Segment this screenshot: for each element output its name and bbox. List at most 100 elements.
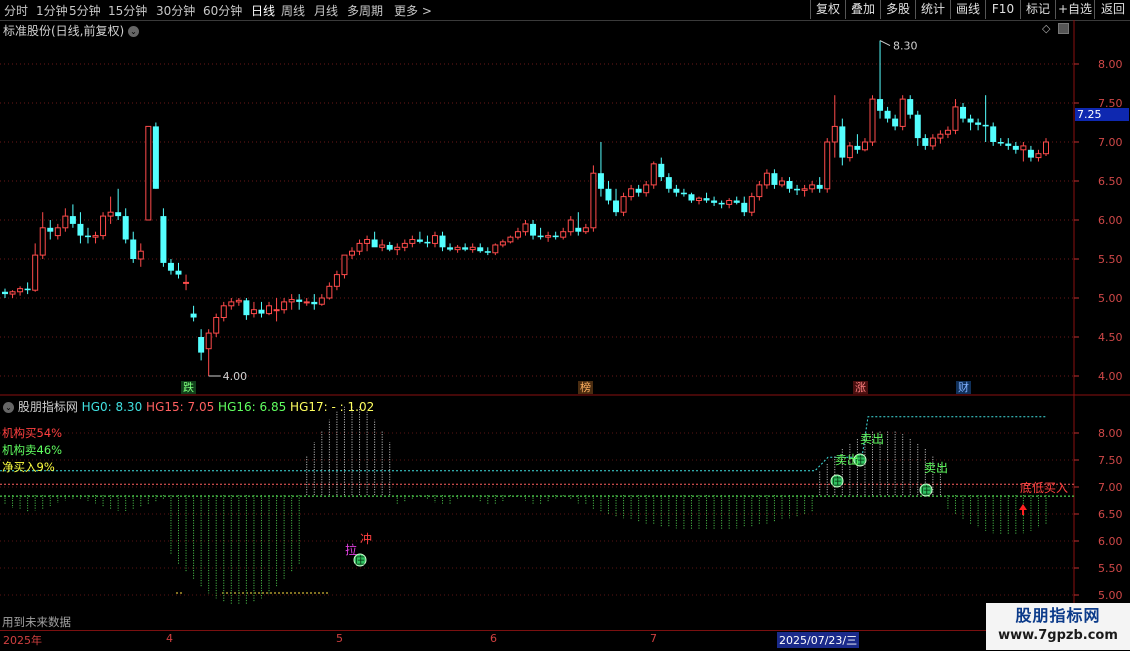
candle-body — [364, 239, 371, 244]
candle-body — [54, 227, 61, 237]
watermark-logo: 股朋指标网 www.7gpzb.com — [986, 603, 1130, 650]
candle-body — [861, 141, 868, 151]
candle-body — [688, 194, 695, 201]
candle-body — [507, 236, 514, 243]
candle-body — [1043, 141, 1049, 155]
candle-body — [205, 332, 212, 350]
candle-body — [960, 106, 967, 119]
la-signal: 拉 — [345, 542, 357, 557]
candle-body — [560, 231, 567, 238]
candle-body — [816, 184, 823, 189]
candle-body — [997, 142, 1004, 144]
candle-body — [416, 239, 423, 242]
maximize-icon[interactable] — [1058, 23, 1069, 34]
candle-body — [1020, 145, 1027, 151]
candle-body — [635, 188, 642, 193]
candle-body — [658, 163, 665, 178]
indicator-axis-label: 7.00 — [1098, 481, 1123, 494]
candle-body — [718, 202, 725, 205]
indicator-axis-label: 5.50 — [1098, 562, 1123, 575]
event-tag-fall[interactable]: 跌 — [181, 381, 196, 394]
candle-body — [258, 309, 265, 314]
hg0-value: HG0: 8.30 — [81, 400, 143, 414]
event-tag-finance[interactable]: 财 — [956, 381, 971, 394]
candlestick-chart[interactable]: 8.00 7.50 7.00 6.50 6.00 5.50 5.00 4.50 4.00 8.00… — [0, 0, 1130, 630]
candle-body — [454, 246, 461, 251]
candle-body — [198, 337, 205, 353]
candle-body — [24, 288, 31, 291]
date-label-apr: 4 — [166, 632, 173, 645]
zhuang-signal-label: 庄 — [921, 484, 931, 497]
candle-body — [484, 251, 491, 253]
candle-body — [846, 145, 853, 159]
candle-body — [333, 274, 340, 287]
candle-body — [552, 235, 559, 238]
candle-body — [763, 172, 770, 186]
candle-body — [273, 309, 280, 312]
date-label-jun: 6 — [490, 632, 497, 645]
candle-body — [462, 247, 469, 250]
future-data-note: 用到未来数据 — [2, 615, 71, 629]
candle-body — [9, 291, 16, 295]
hg0-line — [0, 416, 1046, 472]
candle-body — [590, 172, 597, 229]
candle-body — [115, 212, 122, 217]
candle-body — [160, 216, 167, 263]
candle-body — [477, 247, 484, 252]
candle-body — [137, 250, 144, 260]
candle-body — [892, 118, 899, 127]
buy-arrow-icon — [1019, 504, 1027, 515]
candle-body — [469, 246, 476, 251]
candle-body — [680, 192, 687, 195]
candle-body — [877, 99, 884, 111]
candle-body — [2, 291, 8, 295]
settings-icon[interactable]: ⌄ — [3, 402, 14, 413]
inst-buy-label: 机构买54% — [2, 426, 63, 440]
inst-sell-label: 机构卖46% — [2, 443, 63, 457]
candle-body — [167, 262, 174, 271]
candle-body — [401, 242, 408, 248]
candle-body — [175, 270, 182, 275]
event-tag-list[interactable]: 榜 — [578, 381, 593, 394]
price-axis-label: 4.50 — [1098, 331, 1123, 344]
candle-body — [62, 215, 69, 229]
candle-body — [228, 301, 235, 307]
candle-body — [650, 163, 657, 186]
candle-body — [907, 99, 914, 115]
candle-body — [771, 173, 778, 185]
candle-body — [990, 126, 997, 142]
candle-body — [711, 200, 718, 203]
indicator-axis-label: 6.00 — [1098, 535, 1123, 548]
diamond-icon[interactable]: ◇ — [1042, 22, 1050, 35]
candle-body — [409, 239, 416, 244]
price-axis-label: 5.00 — [1098, 292, 1123, 305]
indicator-axis-label: 8.00 — [1098, 427, 1123, 440]
cursor-date: 2025/07/23/三 — [777, 632, 860, 648]
candle-body — [32, 254, 39, 291]
candle-body — [266, 305, 273, 315]
candle-body — [183, 281, 190, 284]
candle-body — [756, 184, 763, 198]
candle-body — [514, 231, 521, 238]
candle-body — [703, 198, 710, 201]
candle-body — [982, 124, 989, 127]
candle-body — [673, 188, 680, 193]
sell-signal: 卖出 — [835, 453, 859, 467]
candle-body — [17, 288, 24, 293]
candle-body — [884, 110, 891, 119]
zhuang-signal-label: 庄 — [832, 475, 842, 488]
candle-body — [92, 235, 99, 238]
candle-body — [77, 223, 84, 236]
candle-body — [839, 126, 846, 158]
candle-body — [318, 297, 325, 305]
chong-signal: 冲 — [360, 531, 372, 546]
candle-body — [492, 244, 499, 254]
candle-body — [1027, 149, 1034, 158]
candle-body — [575, 227, 582, 232]
event-tag-rise[interactable]: 涨 — [853, 381, 868, 394]
dropdown-icon[interactable]: ⌄ — [128, 26, 140, 37]
date-label-2025: 2025年 — [3, 634, 42, 647]
hg16-value: HG16: 6.85 — [218, 400, 287, 414]
price-axis-label: 8.00 — [1098, 58, 1123, 71]
candle-body — [831, 125, 838, 143]
